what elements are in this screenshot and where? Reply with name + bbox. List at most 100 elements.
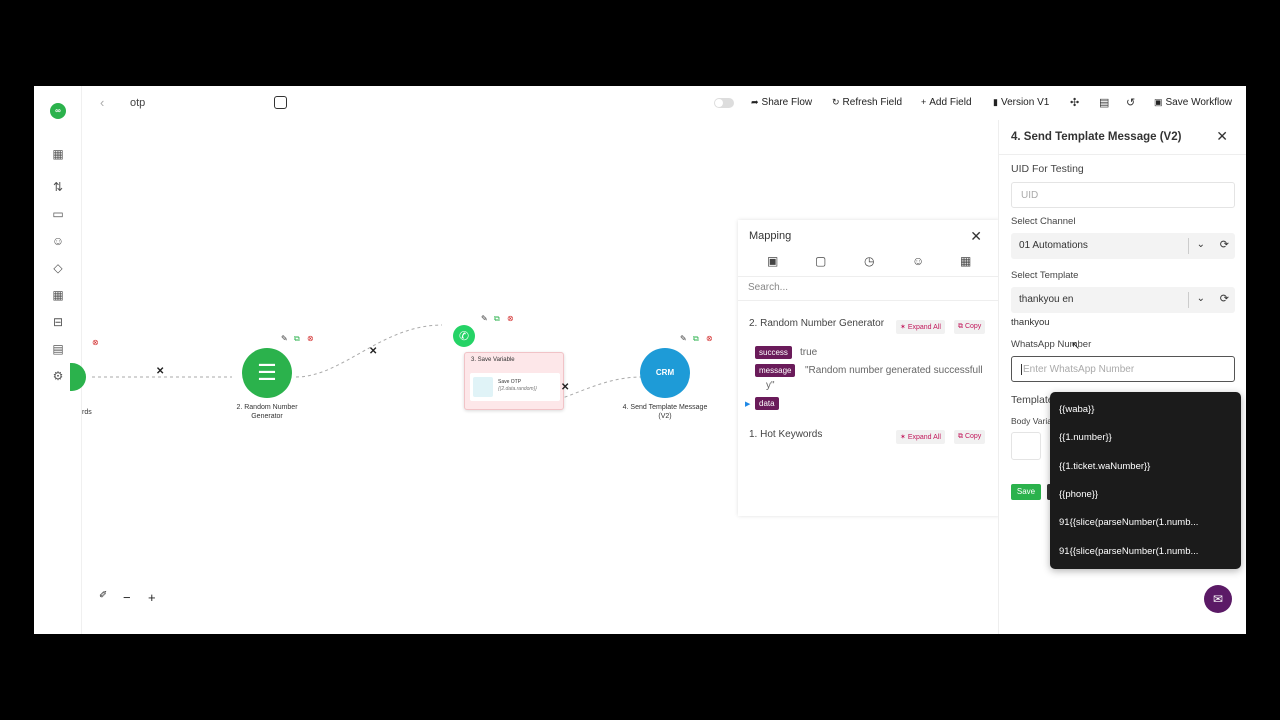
chevron-down-icon[interactable]: ⌄ — [1197, 239, 1205, 250]
mapping-search-input[interactable]: Search... — [748, 282, 788, 293]
grid-tab-icon[interactable]: ▦ — [960, 254, 971, 268]
suggestion-item[interactable]: 91{{slice(parseNumber(1.numb... — [1059, 546, 1198, 557]
app-logo[interactable]: ∞ — [50, 103, 66, 119]
scan-icon[interactable] — [274, 96, 287, 109]
delete-icon[interactable]: ⊗ — [307, 334, 314, 343]
refresh-field-button[interactable]: ↻ Refresh Field — [832, 97, 902, 108]
template-label: Select Template — [1011, 270, 1079, 281]
suggestion-item[interactable]: 91{{slice(parseNumber(1.numb... — [1059, 517, 1198, 528]
section-random-number[interactable]: 2. Random Number Generator — [749, 318, 884, 329]
expand-all-button[interactable]: ✶ Expand All — [896, 430, 945, 444]
body-variable-input[interactable] — [1011, 432, 1041, 460]
success-key[interactable]: success — [755, 346, 792, 359]
section-hot-keywords[interactable]: 1. Hot Keywords — [749, 429, 822, 440]
uid-input[interactable]: UID — [1011, 182, 1235, 208]
copy-icon[interactable]: ⧉ — [294, 334, 300, 344]
integrations-icon[interactable]: ◇ — [51, 261, 65, 275]
body-variables-label: Body Varia — [1011, 416, 1052, 426]
random-number-label: 2. Random Number Generator — [236, 404, 298, 420]
send-template-node[interactable]: CRM — [640, 348, 690, 398]
panel-title: 4. Send Template Message (V2) — [1011, 131, 1182, 143]
delete-icon[interactable]: ⊗ — [507, 314, 514, 323]
chat-support-button[interactable]: ✉ — [1204, 585, 1232, 613]
text-cursor — [1021, 364, 1022, 375]
copy-icon[interactable]: ⧉ — [693, 334, 699, 344]
chevron-down-icon[interactable]: ⌄ — [1197, 293, 1205, 304]
send-template-label: 4. Send Template Message (V2) — [622, 404, 708, 420]
share-flow-button[interactable]: ➦ Share Flow — [751, 97, 812, 108]
back-icon[interactable]: ‹ — [100, 95, 104, 110]
zoom-in-button[interactable]: + — [148, 590, 156, 605]
search-divider — [738, 300, 1000, 301]
save-workflow-button[interactable]: ▣ Save Workflow — [1154, 97, 1232, 108]
chat-icon: ✉ — [1212, 592, 1224, 606]
contact-tab-icon[interactable]: ▣ — [767, 254, 778, 268]
delete-icon[interactable]: ⊗ — [92, 338, 99, 347]
message-value-cont: y" — [766, 380, 775, 391]
document-icon[interactable]: ▤ — [1099, 96, 1109, 109]
save-variable-node[interactable]: 3. Save Variable Save OTP {{2.data.rando… — [464, 352, 564, 410]
variable-icon — [473, 377, 493, 397]
copy-icon[interactable]: ⧉ — [494, 314, 500, 324]
suggestion-item[interactable]: {{phone}} — [1059, 489, 1098, 500]
refresh-icon[interactable]: ⟳ — [1220, 238, 1229, 251]
settings-icon[interactable]: ⚙ — [51, 369, 65, 383]
history-tab-icon[interactable]: ◷ — [864, 254, 874, 268]
history-icon[interactable]: ↺ — [1126, 96, 1135, 109]
close-icon[interactable]: ✕ — [1216, 128, 1228, 145]
apps-icon[interactable]: ▦ — [51, 288, 65, 302]
close-icon[interactable]: ✕ — [970, 228, 982, 245]
uid-label: UID For Testing — [1011, 163, 1084, 175]
refresh-icon[interactable]: ⟳ — [1220, 292, 1229, 305]
emoji-tab-icon[interactable]: ☺ — [912, 254, 924, 268]
edge-remove-icon[interactable]: ✕ — [156, 366, 164, 377]
save-icon: ▣ — [1154, 97, 1163, 107]
mapping-panel: Mapping ✕ ▣ ▢ ◷ ☺ ▦ Search... 2. Random … — [738, 220, 1000, 516]
magic-wand-icon[interactable]: ✐ — [99, 590, 107, 601]
random-number-node[interactable]: ☰ — [242, 348, 292, 398]
mapping-title: Mapping — [749, 230, 792, 242]
expand-caret-icon[interactable]: ▶ — [745, 400, 750, 408]
plus-icon: + — [921, 97, 927, 107]
version-icon: ▮ — [993, 97, 998, 107]
suggestion-item[interactable]: {{1.ticket.waNumber}} — [1059, 461, 1150, 472]
zoom-out-button[interactable]: − — [123, 590, 131, 605]
bot-icon[interactable]: ☺ — [51, 234, 65, 248]
expand-icon[interactable]: ✣ — [1070, 96, 1079, 109]
templates-icon[interactable]: ⊟ — [51, 315, 65, 329]
channel-label: Select Channel — [1011, 216, 1076, 227]
suggestion-item[interactable]: {{1.number}} — [1059, 432, 1112, 443]
version-button[interactable]: ▮ Version V1 — [993, 97, 1049, 108]
reports-icon[interactable]: ▤ — [51, 342, 65, 356]
save-button[interactable]: Save — [1011, 484, 1041, 500]
hot-keywords-label: rds — [82, 409, 92, 416]
edit-icon[interactable]: ✎ — [481, 314, 488, 323]
select-separator — [1188, 238, 1189, 254]
share-icon: ➦ — [751, 97, 759, 107]
bot-tab-icon[interactable]: ▢ — [815, 254, 826, 268]
flows-icon[interactable]: ⇅ — [51, 180, 65, 194]
copy-button[interactable]: ⧉ Copy — [954, 430, 986, 444]
briefcase-icon[interactable]: ▭ — [51, 207, 65, 221]
message-value: "Random number generated successfull — [805, 365, 983, 376]
message-key[interactable]: message — [755, 364, 796, 377]
dashboard-icon[interactable]: ▦ — [51, 147, 65, 161]
flow-toggle[interactable] — [714, 98, 734, 108]
edit-icon[interactable]: ✎ — [680, 334, 687, 343]
expand-all-button[interactable]: ✶ Expand All — [896, 320, 945, 334]
edge-remove-icon[interactable]: ✕ — [369, 346, 377, 357]
copy-button[interactable]: ⧉ Copy — [954, 320, 986, 334]
channel-select[interactable]: 01 Automations ⌄ ⟳ — [1011, 233, 1235, 259]
data-key[interactable]: data — [755, 397, 779, 410]
suggestion-item[interactable]: {{waba}} — [1059, 404, 1094, 415]
edge-remove-icon[interactable]: ✕ — [561, 382, 569, 393]
whatsapp-number-input[interactable]: Enter WhatsApp Number — [1011, 356, 1235, 382]
top-bar: ‹ otp ➦ Share Flow ↻ Refresh Field + Add Fi… — [82, 86, 1246, 120]
flow-name[interactable]: otp — [130, 97, 145, 109]
add-field-button[interactable]: + Add Field — [921, 97, 972, 108]
variable-suggestions-dropdown: {{waba}} {{1.number}} {{1.ticket.waNumbe… — [1050, 392, 1241, 569]
delete-icon[interactable]: ⊗ — [706, 334, 713, 343]
success-value: true — [800, 347, 818, 358]
template-select[interactable]: thankyou en ⌄ ⟳ — [1011, 287, 1235, 313]
edit-icon[interactable]: ✎ — [281, 334, 288, 343]
